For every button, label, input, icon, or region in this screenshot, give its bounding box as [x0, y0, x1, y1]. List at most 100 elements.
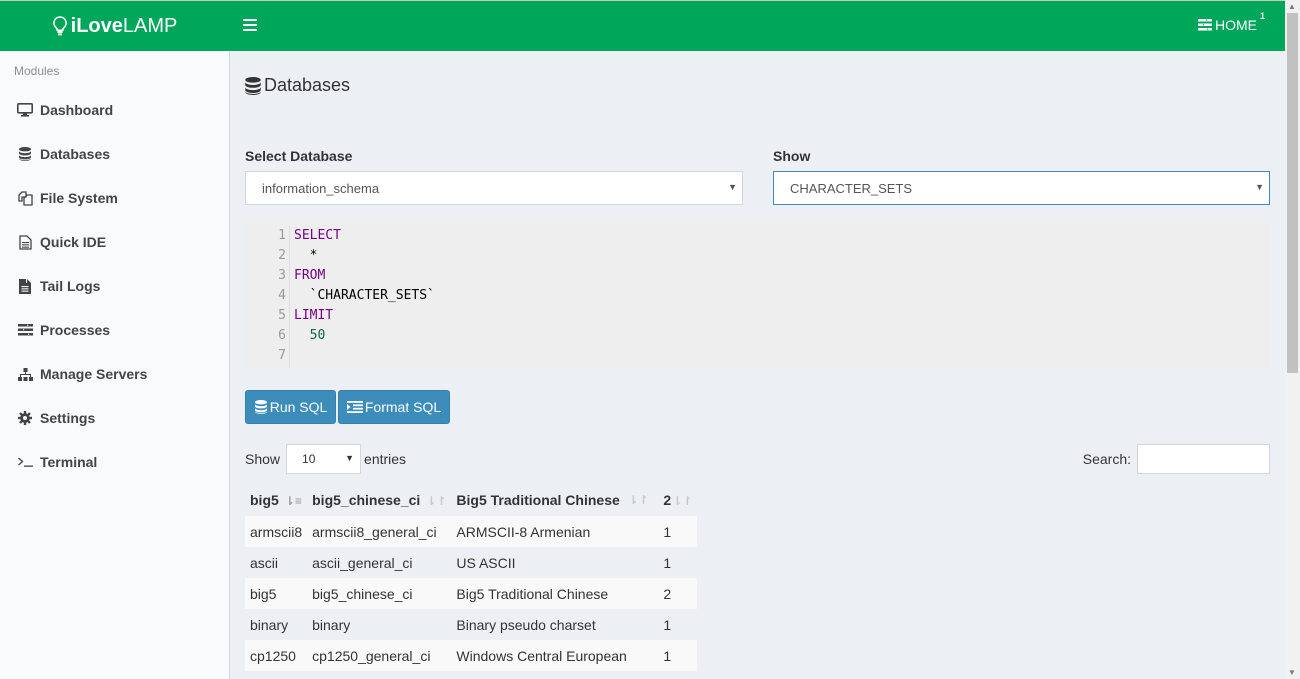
- brand-bold: iLove: [70, 14, 123, 37]
- sidebar-item-dashboard[interactable]: Dashboard: [0, 88, 229, 132]
- line-number: 7: [278, 348, 286, 363]
- table-cell: Windows Central European: [456, 647, 627, 664]
- home-tasks-icon: [1198, 19, 1212, 31]
- table-cell: armscii8: [250, 523, 303, 540]
- sort-icon: ⇂↾: [426, 494, 447, 508]
- line-number: 3: [278, 268, 286, 283]
- table-row[interactable]: armscii8 armscii8_general_ci ARMSCII-8 A…: [245, 516, 698, 547]
- table-row[interactable]: ascii ascii_general_ci US ASCII 1: [245, 547, 697, 578]
- table-cell: big5_chinese_ci: [312, 585, 413, 602]
- show-label: Show: [245, 451, 281, 467]
- results-table: big5 ⇂≡ big5_chinese_ci ⇂↾ Big5 Traditiona…: [245, 484, 698, 671]
- table-cell: armscii8_general_ci: [312, 523, 437, 540]
- sidebar-item-label: Databases: [40, 146, 111, 162]
- line-number: 5: [278, 308, 286, 323]
- page-scrollbar[interactable]: ▲ ▼: [1285, 0, 1300, 679]
- file-icon: [17, 278, 33, 294]
- sidebar-item-manage-servers[interactable]: Manage Servers: [0, 352, 229, 396]
- entries-per-page-select[interactable]: 10 ▼: [286, 444, 362, 474]
- indent-icon: [346, 401, 363, 413]
- table-row[interactable]: cp1250 cp1250_general_ci Windows Central…: [245, 640, 698, 671]
- brand-light: LAMP: [122, 14, 178, 37]
- page-title-text: Databases: [264, 75, 351, 95]
- format-sql-label: Format SQL: [364, 399, 442, 415]
- sidebar-item-label: Terminal: [40, 454, 98, 470]
- column-header[interactable]: 2⇂↾: [658, 484, 697, 516]
- code-line: FROM: [294, 268, 326, 283]
- table-row[interactable]: big5 big5_chinese_ci Big5 Traditional Ch…: [245, 578, 698, 609]
- database-icon: [245, 76, 261, 95]
- table-cell: 2: [663, 585, 672, 602]
- brand-logo[interactable]: iLove LAMP: [0, 1, 230, 51]
- table-cell: big5: [250, 585, 277, 602]
- show-table-value: CHARACTER_SETS: [790, 180, 913, 196]
- chevron-down-icon: ▼: [345, 453, 355, 463]
- line-number: 1: [278, 228, 286, 243]
- sidebar-item-settings[interactable]: Settings: [0, 396, 229, 440]
- table-search-control: Search:: [1083, 444, 1270, 474]
- home-label: HOME: [1215, 17, 1257, 33]
- show-table-dropdown[interactable]: CHARACTER_SETS ▼: [773, 171, 1270, 205]
- scroll-down-icon[interactable]: ▼: [1288, 668, 1296, 677]
- sidebar-item-label: Settings: [40, 410, 96, 426]
- lightbulb-icon: [52, 16, 67, 36]
- sidebar-item-processes[interactable]: Processes: [0, 308, 229, 352]
- code-line: `CHARACTER_SETS`: [294, 288, 435, 303]
- main-content: Databases Select Database information_sc…: [230, 51, 1285, 679]
- column-header[interactable]: big5_chinese_ci ⇂↾: [307, 484, 451, 516]
- column-header[interactable]: big5 ⇂≡: [245, 484, 307, 516]
- search-input[interactable]: [1137, 444, 1270, 474]
- gear-icon: [17, 410, 33, 426]
- database-icon: [254, 400, 267, 414]
- code-line: *: [294, 248, 318, 263]
- table-cell: ascii_general_ci: [312, 554, 413, 571]
- file-text-icon: [17, 234, 33, 250]
- sidebar-item-label: Manage Servers: [40, 366, 148, 382]
- page-title: Databases: [245, 75, 350, 96]
- sort-icon: ⇂↾: [672, 494, 693, 508]
- scroll-up-icon[interactable]: ▲: [1288, 2, 1296, 11]
- code-line: LIMIT: [294, 308, 334, 323]
- code-line: 50: [294, 328, 326, 343]
- table-cell: Binary pseudo charset: [456, 616, 596, 633]
- line-number: 2: [278, 248, 286, 263]
- chevron-down-icon: ▼: [1255, 182, 1264, 192]
- sidebar-item-databases[interactable]: Databases: [0, 132, 229, 176]
- sidebar-item-quick-ide[interactable]: Quick IDE: [0, 220, 229, 264]
- show-table-label: Show: [773, 148, 811, 164]
- select-database-dropdown[interactable]: information_schema ▼: [245, 171, 743, 205]
- table-length-control: Show 10 ▼ entries: [245, 444, 406, 474]
- sidebar-item-file-system[interactable]: File System: [0, 176, 229, 220]
- sidebar-item-label: Quick IDE: [40, 234, 107, 250]
- table-cell: Big5 Traditional Chinese: [456, 585, 609, 602]
- table-cell: 1: [663, 523, 672, 540]
- table-cell: binary: [312, 616, 351, 633]
- sitemap-icon: [17, 366, 33, 382]
- entries-label: entries: [364, 451, 407, 467]
- column-header[interactable]: Big5 Traditional Chinese ⇂↾: [451, 484, 658, 516]
- sidebar-item-label: Tail Logs: [40, 278, 101, 294]
- sidebar-item-label: File System: [40, 190, 118, 206]
- format-sql-button[interactable]: Format SQL: [338, 390, 450, 424]
- chevron-down-icon: ▼: [728, 182, 737, 192]
- tasks-icon: [17, 322, 33, 338]
- sidebar-item-terminal[interactable]: Terminal: [0, 440, 229, 484]
- line-number: 6: [278, 328, 286, 343]
- code-line: SELECT: [294, 228, 341, 243]
- table-cell: 1: [663, 616, 672, 633]
- sidebar: Modules Dashboard Databases File System …: [0, 51, 230, 679]
- sidebar-item-tail-logs[interactable]: Tail Logs: [0, 264, 229, 308]
- run-sql-button[interactable]: Run SQL: [245, 390, 336, 424]
- table-cell: 1: [663, 554, 672, 571]
- scrollbar-thumb[interactable]: [1287, 13, 1298, 373]
- table-cell: binary: [250, 616, 289, 633]
- home-link[interactable]: HOME 1: [1198, 11, 1265, 33]
- table-row[interactable]: binary binary Binary pseudo charset 1: [245, 609, 697, 640]
- sidebar-toggle-icon[interactable]: [243, 19, 257, 33]
- sort-icon: ⇂↾: [628, 493, 649, 507]
- search-label: Search:: [1082, 451, 1131, 467]
- sql-editor[interactable]: 1 2 3 4 5 6 7 SELECT * FROM `CHARACTER_S…: [245, 220, 1270, 368]
- table-cell: US ASCII: [456, 554, 516, 571]
- files-icon: [17, 190, 33, 206]
- sidebar-item-label: Processes: [40, 322, 111, 338]
